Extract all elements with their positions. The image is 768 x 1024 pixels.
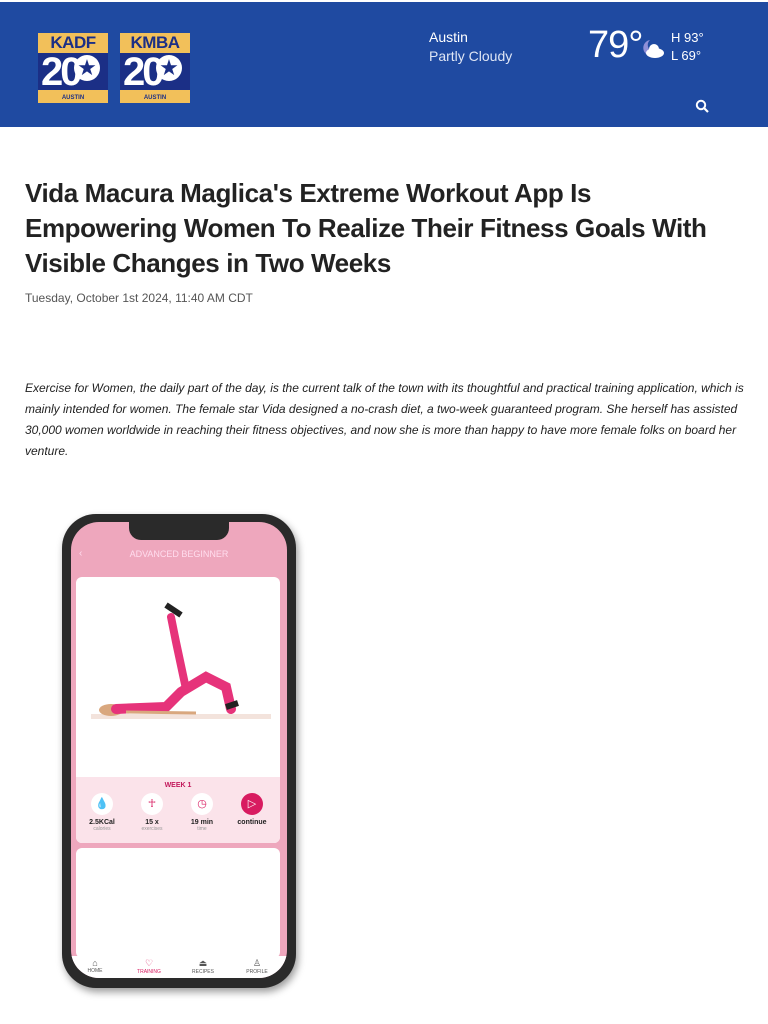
star-icon: ★ [156, 55, 182, 81]
tab-profile: ♙ PROFILE [237, 958, 277, 975]
tab-home: ⌂ HOME [75, 958, 115, 974]
play-icon: ▷ [241, 793, 263, 815]
home-icon: ⌂ [92, 958, 98, 968]
cloche-icon: ⏏ [198, 958, 208, 968]
stat-exercises: ☥ 15 x exercises [130, 793, 174, 832]
person-icon: ☥ [141, 793, 163, 815]
weather-condition: Partly Cloudy [429, 48, 513, 64]
kadf-logo[interactable]: KADF 20 ★ AUSTIN [38, 33, 108, 103]
weather-city[interactable]: Austin [429, 29, 468, 45]
week-stats: WEEK 1 💧 2.5KCal calories ☥ 15 x exercises ◷… [76, 777, 280, 843]
drop-icon: 💧 [91, 793, 113, 815]
phone-notch [129, 522, 229, 540]
article-body: Exercise for Women, the daily part of th… [25, 381, 744, 458]
user-icon: ♙ [252, 958, 262, 968]
next-workout-card [76, 848, 280, 958]
tab-training: ♡ TRAINING [129, 958, 169, 975]
app-tab-bar: ⌂ HOME ♡ TRAINING ⏏ RECIPES ♙ PROFILE [71, 956, 287, 978]
stat-calories: 💧 2.5KCal calories [80, 793, 124, 832]
workout-figure-image [91, 602, 271, 719]
heart-icon: ♡ [144, 958, 154, 968]
article-date: Tuesday, October 1st 2024, 11:40 AM CDT [25, 291, 253, 305]
weather-high: H 93° [671, 30, 704, 45]
workout-card: WEEK 1 💧 2.5KCal calories ☥ 15 x exercises ◷… [76, 577, 280, 843]
article-title: Vida Macura Maglica's Extreme Workout Ap… [25, 178, 707, 278]
phone-screen: ‹ ADVANCED BEGINNER WEEK 1 💧 2.5KCal calor… [71, 522, 287, 978]
weather-low: L 69° [671, 48, 702, 63]
app-phone-image: ‹ ADVANCED BEGINNER WEEK 1 💧 2.5KCal calor… [62, 514, 296, 988]
star-icon: ★ [74, 55, 100, 81]
search-icon[interactable] [695, 99, 709, 113]
stat-time: ◷ 19 min time [180, 793, 224, 832]
tab-recipes: ⏏ RECIPES [183, 958, 223, 975]
clock-icon: ◷ [191, 793, 213, 815]
site-header: KADF 20 ★ AUSTIN KMBA 20 ★ AUSTIN Austin… [0, 0, 768, 127]
continue-button: ▷ continue [230, 793, 274, 826]
kmba-logo[interactable]: KMBA 20 ★ AUSTIN [120, 33, 190, 103]
weather-temp: 79° [588, 24, 643, 66]
screen-title: ADVANCED BEGINNER [129, 549, 229, 559]
partly-cloudy-night-icon [643, 40, 664, 58]
